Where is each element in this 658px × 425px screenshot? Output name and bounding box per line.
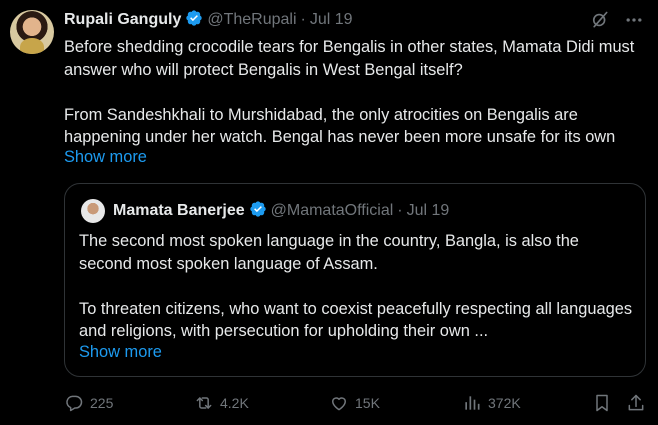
author-handle[interactable]: @TheRupali bbox=[207, 11, 296, 29]
quote-header: Mamata Banerjee @MamataOfficial · Jul 19 bbox=[81, 199, 450, 223]
quoted-tweet[interactable]: Mamata Banerjee @MamataOfficial · Jul 19… bbox=[64, 183, 646, 377]
verified-badge-icon bbox=[249, 200, 267, 223]
separator-dot: · bbox=[397, 202, 403, 219]
quote-date[interactable]: Jul 19 bbox=[407, 202, 450, 220]
repost-icon bbox=[194, 393, 214, 413]
reply-icon bbox=[64, 393, 84, 413]
reply-count: 225 bbox=[90, 395, 114, 411]
bookmark-icon bbox=[592, 393, 612, 413]
tweet-date[interactable]: Jul 19 bbox=[310, 11, 353, 29]
more-icon[interactable] bbox=[624, 10, 644, 30]
tweet-top-actions bbox=[590, 10, 644, 30]
quote-body: The second most spoken language in the c… bbox=[79, 230, 634, 343]
tweet-header: Rupali Ganguly @TheRupali · Jul 19 bbox=[64, 9, 353, 32]
tweet-body: Before shedding crocodile tears for Beng… bbox=[64, 36, 649, 149]
tweet-paragraph: Before shedding crocodile tears for Beng… bbox=[64, 38, 635, 79]
author-name[interactable]: Rupali Ganguly bbox=[64, 11, 181, 29]
quote-author-avatar[interactable] bbox=[81, 199, 105, 223]
views-count: 372K bbox=[488, 395, 521, 411]
tweet-paragraph: From Sandeshkhali to Murshidabad, the on… bbox=[64, 105, 616, 147]
quote-paragraph: To threaten citizens, who want to coexis… bbox=[79, 299, 633, 341]
repost-count: 4.2K bbox=[220, 395, 249, 411]
verified-badge-icon bbox=[185, 9, 203, 32]
repost-button[interactable]: 4.2K bbox=[194, 393, 249, 413]
show-more-link[interactable]: Show more bbox=[64, 148, 147, 167]
quote-paragraph: The second most spoken language in the c… bbox=[79, 232, 579, 273]
views-button[interactable]: 372K bbox=[462, 393, 521, 413]
author-avatar[interactable] bbox=[10, 10, 54, 54]
views-icon bbox=[462, 393, 482, 413]
heart-icon bbox=[329, 393, 349, 413]
share-button[interactable] bbox=[626, 393, 646, 413]
grok-icon[interactable] bbox=[590, 10, 610, 30]
like-button[interactable]: 15K bbox=[329, 393, 380, 413]
separator-dot: · bbox=[300, 11, 306, 28]
bookmark-button[interactable] bbox=[592, 393, 612, 413]
quote-author-handle[interactable]: @MamataOfficial bbox=[271, 202, 394, 220]
quote-show-more-link[interactable]: Show more bbox=[79, 343, 162, 362]
like-count: 15K bbox=[355, 395, 380, 411]
share-icon bbox=[626, 393, 646, 413]
tweet-action-bar: 225 4.2K 15K 372K bbox=[64, 393, 649, 415]
reply-button[interactable]: 225 bbox=[64, 393, 113, 413]
quote-author-name[interactable]: Mamata Banerjee bbox=[113, 202, 245, 220]
